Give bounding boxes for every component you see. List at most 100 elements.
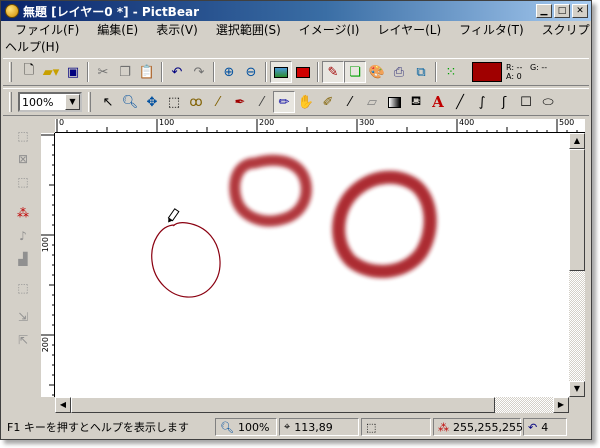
horizontal-scrollbar[interactable]: ◀ ▶ <box>55 397 569 413</box>
printer-icon[interactable]: ⎙ <box>388 61 410 83</box>
brush-settings-icon[interactable]: ✎ <box>322 61 344 83</box>
blurred-red-ring-small <box>229 154 312 227</box>
new-file-icon[interactable]: 🗋 <box>18 61 40 83</box>
scroll-up-button[interactable]: ▲ <box>569 133 585 149</box>
merge-icon[interactable]: ⇱ <box>12 329 34 351</box>
rect-select-tool-icon[interactable]: ⬚ <box>163 91 185 113</box>
scroll-down-button[interactable]: ▼ <box>569 381 585 397</box>
zoom-in-icon[interactable]: ⊕ <box>218 61 240 83</box>
copy-icon[interactable]: ❐ <box>114 61 136 83</box>
status-coords: ⌖ 113,89 <box>279 418 359 436</box>
ellipse-tool-icon[interactable]: ⬭ <box>537 91 559 113</box>
menu-edit[interactable]: 編集(E) <box>97 21 138 38</box>
hand-tool-icon[interactable]: ✋ <box>295 91 317 113</box>
cut-icon[interactable]: ✂ <box>92 61 114 83</box>
menu-layer[interactable]: レイヤー(L) <box>377 21 441 38</box>
thin-red-stroke <box>151 222 221 298</box>
paste-icon[interactable]: 📋 <box>136 61 158 83</box>
scroll-right-button[interactable]: ▶ <box>553 397 569 413</box>
crop-selection-icon[interactable]: ⬚ <box>12 277 34 299</box>
main-toolbar: 🗋 ▰▾ ▣ ✂ ❐ 📋 ↶ ↷ ⊕ ⊖ ✎ ❏ 🎨 ⎙ ⧉ ⁙ R: -- G… <box>3 58 589 86</box>
line-tool-icon[interactable]: ╱ <box>449 91 471 113</box>
brush-tool-icon[interactable]: ⁄ <box>251 91 273 113</box>
chevron-down-icon[interactable]: ▼ <box>65 94 80 110</box>
rgb-a-label: A: 0 <box>506 72 522 81</box>
grid-dots-icon[interactable]: ⁙ <box>440 61 462 83</box>
canvas-drawing <box>151 154 437 298</box>
fill-tool-icon[interactable]: ⛾ <box>405 91 427 113</box>
toolbar-separator <box>213 62 215 82</box>
select-all-icon[interactable]: ⬚ <box>12 125 34 147</box>
red-rect-icon[interactable] <box>292 61 314 83</box>
save-icon[interactable]: ▣ <box>62 61 84 83</box>
wand-tool-icon[interactable]: ⁄ <box>207 91 229 113</box>
invert-selection-icon[interactable]: ⬚ <box>12 171 34 193</box>
rectangle-tool-icon[interactable]: ☐ <box>515 91 537 113</box>
redo-icon[interactable]: ↷ <box>188 61 210 83</box>
status-help-text: F1 キーを押すとヘルプを表示します <box>7 421 189 434</box>
note-icon[interactable]: ♪ <box>12 225 34 247</box>
toolbar-separator <box>265 62 267 82</box>
ruler-top-label: 0 <box>59 118 65 127</box>
title-bar[interactable]: 無題 [レイヤー0 *] - PictBear ▁ □ ✕ <box>1 1 591 21</box>
gradient-tool-icon[interactable] <box>383 91 405 113</box>
toolbar-grip[interactable] <box>88 92 91 112</box>
curve-tool-icon[interactable]: ∫ <box>471 91 493 113</box>
tool-toolbar: 100% ▼ ↖ 🔍︎ ✥ ⬚ ꝏ ⁄ ✒ ⁄ ✏ ✋ ✐ ⁄ ▱ ⛾ A ╱ … <box>3 88 589 116</box>
maximize-button[interactable]: □ <box>554 4 570 18</box>
pen-tool-icon[interactable]: ✒ <box>229 91 251 113</box>
color-dots-icon: ⁂ <box>438 420 449 434</box>
rgb-g-label: G: -- <box>529 63 548 72</box>
menu-selection[interactable]: 選択範囲(S) <box>216 21 281 38</box>
arrow-tool-icon[interactable]: ↖ <box>97 91 119 113</box>
pencil-tool-icon[interactable]: ✏ <box>273 91 295 113</box>
zoom-tool-icon[interactable]: 🔍︎ <box>119 91 141 113</box>
lasso-tool-icon[interactable]: ꝏ <box>185 91 207 113</box>
image-view-icon[interactable] <box>270 61 292 83</box>
color-channels-icon[interactable]: ⁂ <box>12 202 34 224</box>
layers-icon[interactable]: ❏ <box>344 61 366 83</box>
menu-script[interactable]: スクリプト(C) <box>542 21 591 38</box>
preview-icon[interactable]: ⧉ <box>410 61 432 83</box>
pencil-cursor-icon <box>167 208 180 223</box>
undo-icon[interactable]: ↶ <box>166 61 188 83</box>
ruler-corner <box>41 119 55 133</box>
scroll-left-button[interactable]: ◀ <box>55 397 71 413</box>
pictbear-app-icon[interactable] <box>5 4 19 18</box>
bezier-tool-icon[interactable]: ʃ <box>493 91 515 113</box>
vertical-scroll-thumb[interactable] <box>569 149 585 271</box>
close-button[interactable]: ✕ <box>572 4 588 18</box>
ruler-left-label: 100 <box>41 237 50 253</box>
dropper-tool-icon[interactable]: ⁄ <box>339 91 361 113</box>
minimize-button[interactable]: ▁ <box>536 4 552 18</box>
zoom-select[interactable]: 100% ▼ <box>18 92 82 112</box>
open-folder-icon[interactable]: ▰▾ <box>40 61 62 83</box>
ruler-top-label: 300 <box>359 118 375 127</box>
stack-icon[interactable]: ▟ <box>12 248 34 270</box>
ruler-vertical: 100 200 <box>41 133 55 397</box>
toolbar-grip[interactable] <box>9 92 12 112</box>
ruler-top-label: 200 <box>259 118 275 127</box>
menu-view[interactable]: 表示(V) <box>156 21 198 38</box>
menu-file[interactable]: ファイル(F) <box>15 21 79 38</box>
move-tool-icon[interactable]: ✥ <box>141 91 163 113</box>
menu-help[interactable]: ヘルプ(H) <box>5 38 59 55</box>
color-readout: R: -- G: -- A: 0 <box>506 63 547 81</box>
toolbar-grip[interactable] <box>9 62 12 82</box>
text-tool-icon[interactable]: A <box>427 91 449 113</box>
eraser-tool-icon[interactable]: ▱ <box>361 91 383 113</box>
palette-icon[interactable]: 🎨 <box>366 61 388 83</box>
blurred-red-ring-large <box>332 170 437 278</box>
zoom-out-icon[interactable]: ⊖ <box>240 61 262 83</box>
deselect-icon[interactable]: ⊠ <box>12 148 34 170</box>
ruler-top-label: 100 <box>159 118 175 127</box>
magnifier-icon: 🔍︎ <box>220 420 234 434</box>
drawing-canvas[interactable] <box>55 133 569 397</box>
current-color-swatch[interactable] <box>472 62 502 82</box>
horizontal-scroll-thumb[interactable] <box>71 397 495 413</box>
menu-filter[interactable]: フィルタ(T) <box>459 21 523 38</box>
transform-icon[interactable]: ⇲ <box>12 306 34 328</box>
menu-image[interactable]: イメージ(I) <box>299 21 360 38</box>
airbrush-tool-icon[interactable]: ✐ <box>317 91 339 113</box>
vertical-scrollbar[interactable]: ▲ ▼ <box>569 133 585 397</box>
